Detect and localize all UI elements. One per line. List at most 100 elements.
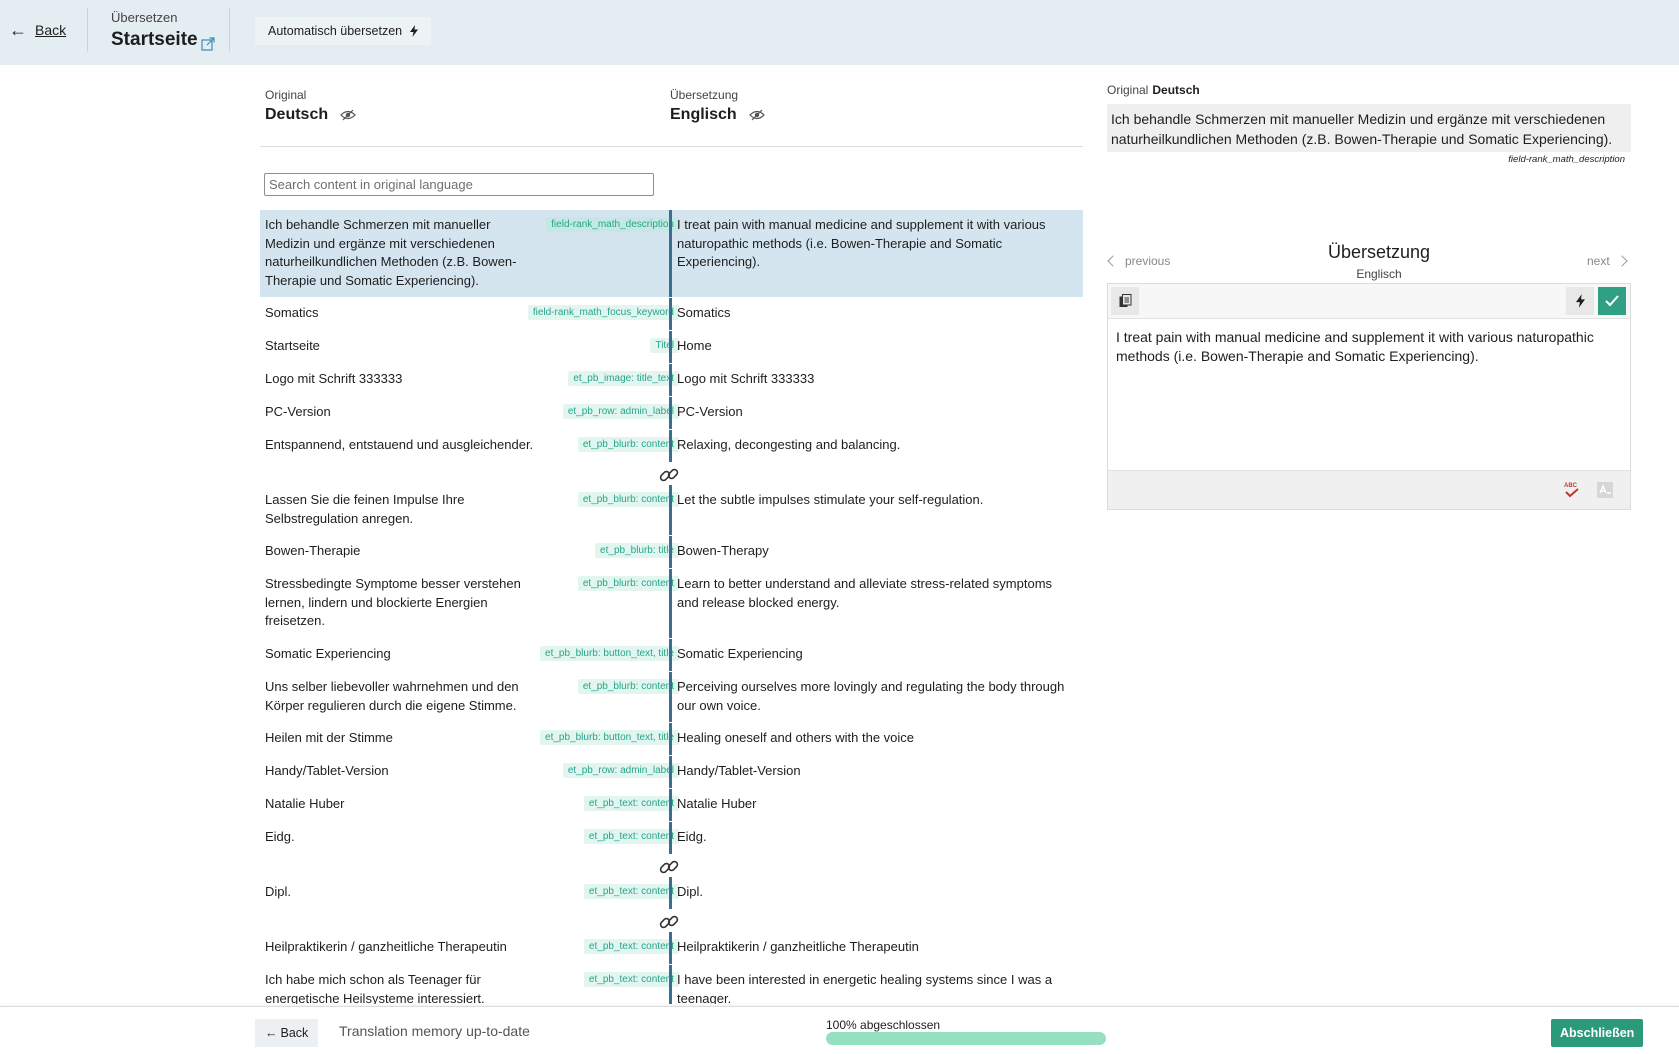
translation-row[interactable]: Uns selber liebevoller wahrnehmen und de… bbox=[260, 672, 1083, 722]
original-language: Deutsch bbox=[265, 106, 329, 123]
translation-row[interactable]: Somatic Experiencing et_pb_blurb: button_… bbox=[260, 639, 1083, 671]
translated-text[interactable]: I have been interested in energetic heal… bbox=[677, 971, 1072, 1004]
divider bbox=[229, 8, 230, 52]
checkmark-icon bbox=[1605, 295, 1619, 307]
svg-text:ABC: ABC bbox=[1564, 483, 1578, 489]
translation-row[interactable]: Heilpraktikerin / ganzheitliche Therapeu… bbox=[260, 932, 1083, 964]
translation-panel-language: Englisch bbox=[1356, 267, 1402, 281]
auto-translate-label: Automatisch übersetzen bbox=[268, 24, 403, 38]
translation-row[interactable]: Ich behandle Schmerzen mit manueller Med… bbox=[260, 210, 1083, 297]
field-tag: et_pb_row: admin_label bbox=[562, 404, 679, 419]
divider bbox=[87, 8, 88, 52]
original-column-header: Original Deutsch bbox=[265, 88, 356, 124]
translation-memory-status: Translation memory up-to-date bbox=[339, 1023, 530, 1039]
auto-translate-field-button[interactable] bbox=[1566, 287, 1594, 315]
translation-row[interactable]: Eidg. et_pb_text: content Eidg. bbox=[260, 822, 1083, 854]
copy-original-button[interactable] bbox=[1111, 287, 1139, 315]
translated-text[interactable]: Dipl. bbox=[677, 883, 1072, 902]
column-divider bbox=[669, 877, 672, 909]
column-divider bbox=[669, 756, 672, 788]
column-divider bbox=[669, 639, 672, 671]
column-divider bbox=[669, 536, 672, 568]
eye-slash-icon[interactable] bbox=[748, 109, 765, 121]
translation-row[interactable]: Dipl. et_pb_text: content Dipl. bbox=[260, 877, 1083, 909]
original-text: Handy/Tablet-Version bbox=[265, 763, 389, 778]
auto-translate-button[interactable]: Automatisch übersetzen bbox=[255, 17, 432, 45]
external-link-icon[interactable] bbox=[201, 37, 215, 51]
original-text: Ich behandle Schmerzen mit manueller Med… bbox=[265, 217, 517, 288]
original-text: Stressbedingte Symptome besser verstehen… bbox=[265, 576, 521, 628]
page-title: Startseite bbox=[111, 29, 198, 50]
column-divider bbox=[669, 364, 672, 396]
translated-text[interactable]: Perceiving ourselves more lovingly and r… bbox=[677, 678, 1072, 715]
page-title-block: Übersetzen Startseite bbox=[111, 10, 215, 51]
translated-text[interactable]: Learn to better understand and alleviate… bbox=[677, 575, 1072, 612]
copy-icon bbox=[1119, 294, 1131, 307]
search-input[interactable] bbox=[264, 173, 654, 196]
translation-row[interactable]: Heilen mit der Stimme et_pb_blurb: button… bbox=[260, 723, 1083, 755]
original-text: Entspannend, entstauend und ausgleichend… bbox=[265, 437, 534, 452]
eye-slash-icon[interactable] bbox=[340, 109, 356, 121]
column-divider bbox=[669, 965, 672, 1004]
translation-row[interactable]: Natalie Huber et_pb_text: content Natalie … bbox=[260, 789, 1083, 821]
original-text: Logo mit Schrift 333333 bbox=[265, 371, 403, 386]
column-divider bbox=[669, 298, 672, 330]
row-link-separator bbox=[260, 855, 1083, 877]
original-text: Ich habe mich schon als Teenager für ene… bbox=[265, 972, 485, 1004]
page-title-row: Startseite bbox=[111, 29, 215, 51]
translated-text[interactable]: Natalie Huber bbox=[677, 795, 1072, 814]
translated-text[interactable]: I treat pain with manual medicine and su… bbox=[677, 216, 1072, 272]
translated-text[interactable]: Somatics bbox=[677, 304, 1072, 323]
confirm-translation-button[interactable] bbox=[1598, 287, 1626, 315]
field-tag: Titel bbox=[650, 338, 679, 353]
translated-text[interactable]: Handy/Tablet-Version bbox=[677, 762, 1072, 781]
translation-editor: I treat pain with manual medicine and su… bbox=[1107, 283, 1631, 510]
translated-text[interactable]: Healing oneself and others with the voic… bbox=[677, 729, 1072, 748]
original-text: PC-Version bbox=[265, 404, 331, 419]
link-icon[interactable] bbox=[658, 856, 680, 878]
translation-row[interactable]: PC-Version et_pb_row: admin_label PC-Versi… bbox=[260, 397, 1083, 429]
translated-text[interactable]: Home bbox=[677, 337, 1072, 356]
original-text: Heilpraktikerin / ganzheitliche Therapeu… bbox=[265, 939, 507, 954]
field-tag: field-rank_math_description bbox=[546, 217, 679, 232]
lightning-icon bbox=[410, 25, 419, 37]
translation-language: Englisch bbox=[670, 106, 737, 123]
next-button[interactable]: next bbox=[1587, 254, 1628, 268]
back-link[interactable]: ← Back bbox=[9, 20, 67, 40]
translation-row[interactable]: Handy/Tablet-Version et_pb_row: admin_lab… bbox=[260, 756, 1083, 788]
link-icon[interactable] bbox=[658, 911, 680, 933]
translated-text[interactable]: Heilpraktikerin / ganzheitliche Therapeu… bbox=[677, 938, 1072, 957]
translated-text[interactable]: Eidg. bbox=[677, 828, 1072, 847]
translation-row[interactable]: Bowen-Therapie et_pb_blurb: title Bowen-Th… bbox=[260, 536, 1083, 568]
translation-row[interactable]: Lassen Sie die feinen Impulse Ihre Selbs… bbox=[260, 485, 1083, 535]
original-text: Lassen Sie die feinen Impulse Ihre Selbs… bbox=[265, 492, 465, 526]
translated-text[interactable]: Somatic Experiencing bbox=[677, 645, 1072, 664]
translation-row[interactable]: Logo mit Schrift 333333 et_pb_image: titl… bbox=[260, 364, 1083, 396]
field-tag: et_pb_text: content bbox=[583, 884, 679, 899]
translated-text[interactable]: PC-Version bbox=[677, 403, 1072, 422]
column-divider bbox=[669, 210, 672, 297]
text-format-icon[interactable] bbox=[1596, 481, 1614, 499]
translation-row[interactable]: Ich habe mich schon als Teenager für ene… bbox=[260, 965, 1083, 1004]
translated-text[interactable]: Relaxing, decongesting and balancing. bbox=[677, 436, 1072, 455]
field-tag: et_pb_blurb: content bbox=[577, 679, 679, 694]
original-text-box: Ich behandle Schmerzen mit manueller Med… bbox=[1107, 104, 1631, 152]
field-tag: et_pb_blurb: button_text, title bbox=[540, 730, 679, 745]
footer-back-button[interactable]: ← Back bbox=[255, 1019, 319, 1047]
arrow-left-icon: ← bbox=[9, 20, 27, 40]
translated-text[interactable]: Logo mit Schrift 333333 bbox=[677, 370, 1072, 389]
previous-button[interactable]: previous bbox=[1107, 254, 1170, 268]
translation-row[interactable]: Startseite Titel Home bbox=[260, 331, 1083, 363]
column-divider bbox=[669, 485, 672, 535]
finish-button[interactable]: Abschließen bbox=[1551, 1019, 1644, 1047]
translation-textarea[interactable]: I treat pain with manual medicine and su… bbox=[1108, 319, 1630, 469]
translated-text[interactable]: Let the subtle impulses stimulate your s… bbox=[677, 491, 1072, 510]
back-link-label: Back bbox=[35, 22, 67, 38]
link-icon[interactable] bbox=[658, 464, 680, 486]
translation-row[interactable]: Entspannend, entstauend und ausgleichend… bbox=[260, 430, 1083, 462]
translation-row[interactable]: Stressbedingte Symptome besser verstehen… bbox=[260, 569, 1083, 638]
column-divider bbox=[669, 723, 672, 755]
translation-row[interactable]: Somatics field-rank_math_focus_keyword Som… bbox=[260, 298, 1083, 330]
spellcheck-icon[interactable]: ABC bbox=[1563, 481, 1581, 499]
translated-text[interactable]: Bowen-Therapy bbox=[677, 542, 1072, 561]
